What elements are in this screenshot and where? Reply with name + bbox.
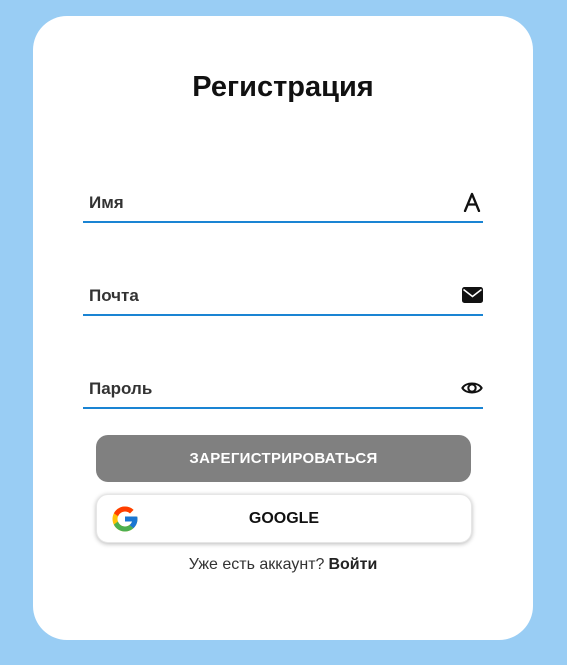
envelope-icon: [461, 284, 483, 306]
user-letter-icon: [461, 191, 483, 213]
login-prompt: Уже есть аккаунт? Войти: [33, 556, 533, 574]
google-button-label: GOOGLE: [248, 510, 320, 527]
login-prompt-text: Уже есть аккаунт?: [188, 556, 325, 573]
name-input[interactable]: [83, 181, 447, 223]
eye-icon[interactable]: [461, 377, 483, 399]
page-title: Регистрация: [192, 71, 374, 103]
email-field[interactable]: Почта: [83, 274, 483, 316]
register-button[interactable]: ЗАРЕГИСТРИРОВАТЬСЯ: [96, 435, 471, 482]
login-link[interactable]: Войти: [328, 556, 377, 573]
email-input[interactable]: [83, 274, 447, 316]
name-field[interactable]: Имя: [83, 181, 483, 223]
password-input[interactable]: [83, 367, 447, 409]
registration-card: Регистрация Имя Почта Пароль ЗАРЕГИСТРИР…: [33, 16, 533, 640]
password-field[interactable]: Пароль: [83, 367, 483, 409]
google-signin-button[interactable]: GOOGLE: [96, 494, 472, 543]
